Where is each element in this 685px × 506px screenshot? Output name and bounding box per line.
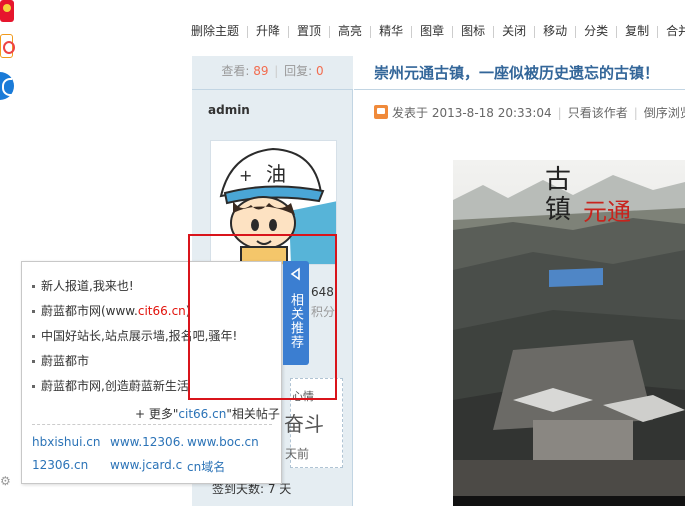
divider: [247, 25, 249, 38]
divider: |: [274, 64, 279, 78]
post-date: 发表于 2013-8-18 20:33:04: [392, 106, 552, 120]
merge-button[interactable]: 合并: [666, 19, 685, 43]
replies-count: 0: [316, 64, 324, 78]
site-link[interactable]: www.boc.cn: [187, 435, 259, 449]
site-link[interactable]: www.12306.: [110, 435, 184, 449]
reverse-order-link[interactable]: 倒序浏览: [644, 106, 685, 120]
category-button[interactable]: 分类: [584, 19, 608, 43]
svg-text:油: 油: [266, 162, 286, 186]
related-post-text: 蔚蓝都市网,创造蔚蓝新生活: [41, 379, 189, 393]
replies-label: 回复:: [284, 64, 313, 78]
related-post-keyword: cit66.cn: [137, 304, 186, 318]
divider: [329, 25, 331, 38]
move-button[interactable]: 移动: [543, 19, 567, 43]
post-meta: 发表于 2013-8-18 20:33:04 | 只看该作者 | 倒序浏览: [374, 104, 685, 121]
site-link[interactable]: 12306.cn: [32, 458, 88, 472]
town-photo: 古 镇 元通: [453, 160, 685, 506]
thread-stats: 查看: 89 | 回复: 0: [192, 56, 353, 90]
divider: [534, 25, 536, 38]
stamp-button[interactable]: 图章: [420, 19, 444, 43]
signature-time: 天前: [285, 447, 310, 461]
share-strip: ⚙: [0, 0, 20, 506]
divider: |: [633, 106, 638, 120]
bullet: [32, 360, 35, 363]
moderation-toolbar: 删除主题 升降 置顶 高亮 精华 图章 图标 关闭 移动 分类 复制 合并: [191, 19, 685, 43]
author-only-link[interactable]: 只看该作者: [568, 106, 628, 120]
delete-thread-button[interactable]: 删除主题: [191, 19, 239, 43]
close-thread-button[interactable]: 关闭: [502, 19, 526, 43]
share-icon[interactable]: [0, 72, 14, 100]
divider: [616, 25, 618, 38]
divider: [452, 25, 454, 38]
related-post-text: 新人报道,我来也!: [41, 279, 134, 293]
digest-button[interactable]: 精华: [379, 19, 403, 43]
qzone-share-icon[interactable]: [0, 34, 15, 58]
divider: [493, 25, 495, 38]
more-related-link[interactable]: + 更多"cit66.cn"相关帖子: [135, 405, 280, 422]
gear-icon[interactable]: ⚙: [0, 474, 12, 488]
related-post-text: 蔚蓝都市: [41, 354, 90, 368]
divider: [411, 25, 413, 38]
more-suffix: "相关帖子: [226, 407, 280, 421]
page: ⚙ 删除主题 升降 置顶 高亮 精华 图章 图标 关闭 移动 分类 复制 合并 查看: 89 | 回复…: [0, 0, 685, 506]
post-title: 崇州元通古镇，一座似被历史遗忘的古镇！: [374, 64, 660, 82]
stick-button[interactable]: 置顶: [297, 19, 321, 43]
bullet: [32, 310, 35, 313]
bullet: [32, 285, 35, 288]
photo-title-text-2: 镇: [545, 195, 571, 225]
bump-button[interactable]: 升降: [256, 19, 280, 43]
post-status-icon: [374, 105, 388, 119]
divider: [657, 25, 659, 38]
bullet: [32, 335, 35, 338]
highlight-button[interactable]: 高亮: [338, 19, 362, 43]
site-link[interactable]: www.jcard.cn: [110, 458, 183, 472]
related-post-text: 蔚蓝都市网(www.: [41, 304, 138, 318]
author-name[interactable]: admin: [208, 103, 250, 117]
icon-button[interactable]: 图标: [461, 19, 485, 43]
photo-title-text-red: 元通: [583, 198, 631, 226]
views-count: 89: [253, 64, 269, 78]
highlight-box: [188, 234, 337, 400]
views-label: 查看:: [221, 64, 250, 78]
divider: [370, 25, 372, 38]
divider: [32, 424, 272, 425]
more-prefix: + 更多": [135, 407, 179, 421]
post-photo[interactable]: 古 镇 元通: [453, 160, 685, 506]
svg-text:+: +: [239, 166, 252, 185]
copy-button[interactable]: 复制: [625, 19, 649, 43]
photo-title-text-1: 古: [545, 165, 571, 195]
weibo-share-icon[interactable]: [0, 0, 14, 22]
site-link[interactable]: cn域名: [187, 458, 225, 475]
signature-text: 奋斗: [284, 412, 324, 436]
bullet: [32, 385, 35, 388]
site-link[interactable]: hbxishui.cn: [32, 435, 100, 449]
more-site: cit66.cn: [178, 407, 227, 421]
divider: |: [557, 106, 562, 120]
divider: [575, 25, 577, 38]
divider: [288, 25, 290, 38]
